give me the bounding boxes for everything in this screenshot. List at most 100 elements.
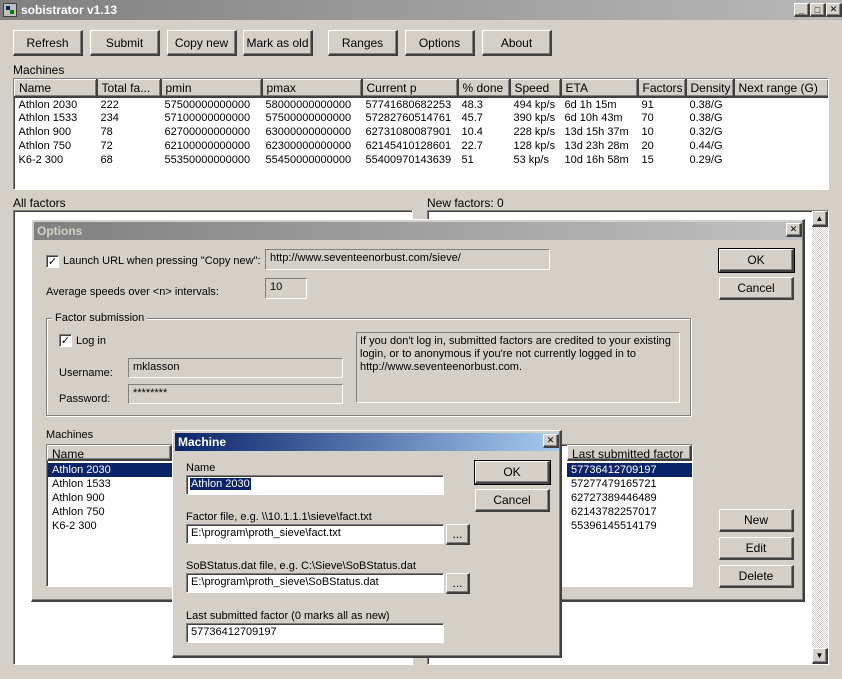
ranges-button[interactable]: Ranges: [328, 30, 398, 56]
table-row[interactable]: Athlon 900 78 62700000000000 63000000000000…: [15, 125, 829, 139]
list-item[interactable]: Athlon 1533: [48, 477, 173, 491]
table-cell: 57500000000000: [265, 112, 352, 124]
options-button[interactable]: Options: [405, 30, 475, 56]
list-item-last-factor[interactable]: 55396145514179: [567, 519, 692, 533]
machine-close-button[interactable]: ✕: [543, 434, 559, 448]
list-item-last-factor[interactable]: 62143782257017: [567, 505, 692, 519]
table-cell: 0.38/G: [689, 98, 723, 111]
column-header[interactable]: Next range (G): [733, 79, 828, 98]
table-cell: 62700000000000: [164, 126, 251, 138]
list-item-last-factor[interactable]: 57736412709197: [567, 463, 692, 477]
table-cell: 234: [100, 112, 119, 124]
username-field[interactable]: mklasson: [128, 358, 343, 378]
sob-file-field[interactable]: E:\program\proth_sieve\SoBStatus.dat: [186, 573, 444, 593]
edit-machine-button[interactable]: Edit: [719, 537, 794, 560]
table-cell: 48.3: [461, 98, 483, 111]
list-item[interactable]: K6-2 300: [48, 519, 173, 533]
table-cell: 0.32/G: [689, 126, 723, 138]
list-item[interactable]: Athlon 2030: [48, 463, 173, 477]
close-button[interactable]: ✕: [826, 3, 842, 17]
options-cancel-button[interactable]: Cancel: [719, 277, 794, 300]
scroll-up-button[interactable]: ▲: [812, 211, 828, 227]
login-label: Log in: [76, 335, 106, 347]
login-checkbox[interactable]: ✓: [59, 334, 72, 347]
table-cell: 10d 16h 58m: [564, 154, 629, 166]
options-last-header[interactable]: Last submitted factor: [567, 445, 692, 461]
table-row[interactable]: Athlon 1533 234 57100000000000 575000000000…: [15, 111, 829, 125]
factor-file-browse-button[interactable]: ...: [446, 524, 470, 545]
table-cell: [734, 139, 829, 153]
column-header[interactable]: pmax: [261, 79, 363, 98]
list-item[interactable]: Athlon 750: [48, 505, 173, 519]
new-machine-button[interactable]: New: [719, 509, 794, 532]
about-button[interactable]: About: [482, 30, 552, 56]
factor-submission-legend: Factor submission: [52, 312, 148, 324]
checkmark-icon: ✓: [47, 256, 58, 268]
new-factors-label: New factors: 0: [427, 196, 504, 210]
avg-speeds-field[interactable]: 10: [265, 278, 307, 299]
column-header[interactable]: pmin: [160, 79, 263, 98]
options-titlebar: Options: [34, 222, 802, 240]
options-name-header[interactable]: Name: [47, 445, 172, 461]
table-row[interactable]: Athlon 750 72 62100000000000 62300000000000…: [15, 139, 829, 153]
list-item-last-factor[interactable]: 62727389446489: [567, 491, 692, 505]
options-title: Options: [37, 224, 83, 238]
table-cell: 128 kp/s: [513, 140, 556, 152]
column-header[interactable]: Name: [14, 79, 98, 98]
machines-table[interactable]: Name Total fa... pmin pmax Current p% done Sp…: [13, 78, 829, 190]
launch-url-checkbox[interactable]: ✓: [46, 255, 59, 268]
factor-file-label: Factor file, e.g. \\10.1.1.1\sieve\fact.…: [186, 511, 372, 523]
table-cell: Athlon 2030: [18, 98, 78, 111]
list-item-last-factor[interactable]: 57277479165721: [567, 477, 692, 491]
last-factor-field[interactable]: 57736412709197: [186, 623, 444, 643]
launch-url-label: Launch URL when pressing "Copy new":: [63, 255, 261, 267]
table-cell: 70: [641, 112, 654, 124]
options-ok-button[interactable]: OK: [718, 248, 795, 273]
column-header[interactable]: Density: [685, 79, 735, 98]
sob-file-browse-button[interactable]: ...: [446, 573, 470, 594]
table-cell: 72: [100, 140, 113, 152]
delete-machine-button[interactable]: Delete: [719, 565, 794, 588]
checkmark-icon: ✓: [60, 335, 71, 347]
table-cell: 0.29/G: [689, 154, 723, 166]
password-field[interactable]: ********: [128, 384, 343, 404]
mark-as-old-button[interactable]: Mark as old: [243, 30, 313, 56]
main-titlebar: sobistrator v1.13: [0, 0, 842, 20]
login-note: If you don't log in, submitted factors a…: [356, 332, 680, 403]
list-item[interactable]: Athlon 900: [48, 491, 173, 505]
column-header[interactable]: Current p: [361, 79, 459, 98]
table-cell: Athlon 1533: [18, 112, 78, 124]
table-row[interactable]: Athlon 2030 222 57500000000000 580000000000…: [15, 97, 829, 111]
table-cell: Athlon 750: [18, 140, 72, 152]
factor-file-field[interactable]: E:\program\proth_sieve\fact.txt: [186, 524, 444, 544]
machine-ok-button[interactable]: OK: [474, 460, 551, 485]
copy-new-button[interactable]: Copy new: [167, 30, 237, 56]
column-header[interactable]: Speed: [509, 79, 562, 98]
table-cell: 45.7: [461, 112, 483, 124]
column-header[interactable]: % done: [457, 79, 511, 98]
refresh-button[interactable]: Refresh: [13, 30, 83, 56]
machine-cancel-button[interactable]: Cancel: [475, 489, 550, 512]
column-header[interactable]: Total fa...: [96, 79, 162, 98]
launch-url-field[interactable]: http://www.seventeenorbust.com/sieve/: [265, 249, 550, 270]
submit-button[interactable]: Submit: [90, 30, 160, 56]
password-label: Password:: [59, 393, 111, 405]
scroll-down-button[interactable]: ▼: [812, 648, 828, 664]
table-cell: 62731080087901: [365, 126, 452, 138]
minimize-button[interactable]: _: [794, 3, 810, 17]
maximize-button[interactable]: □: [810, 3, 826, 17]
options-close-button[interactable]: ✕: [786, 223, 802, 237]
table-cell: 10: [641, 126, 654, 138]
table-cell: 57741680682253: [365, 98, 452, 111]
table-cell: 10.4: [461, 126, 483, 138]
machine-name-field[interactable]: Athlon 2030: [186, 475, 444, 495]
table-cell: 68: [100, 154, 113, 166]
machine-name-label: Name: [186, 462, 216, 474]
table-cell: [734, 153, 829, 167]
new-factors-scrollbar[interactable]: [812, 211, 828, 664]
column-header[interactable]: Factors: [637, 79, 687, 98]
column-header[interactable]: ETA: [560, 79, 639, 98]
table-row[interactable]: K6-2 300 68 55350000000000 55450000000000 55…: [15, 153, 829, 167]
table-cell: 62100000000000: [164, 140, 251, 152]
table-cell: 57100000000000: [164, 112, 251, 124]
